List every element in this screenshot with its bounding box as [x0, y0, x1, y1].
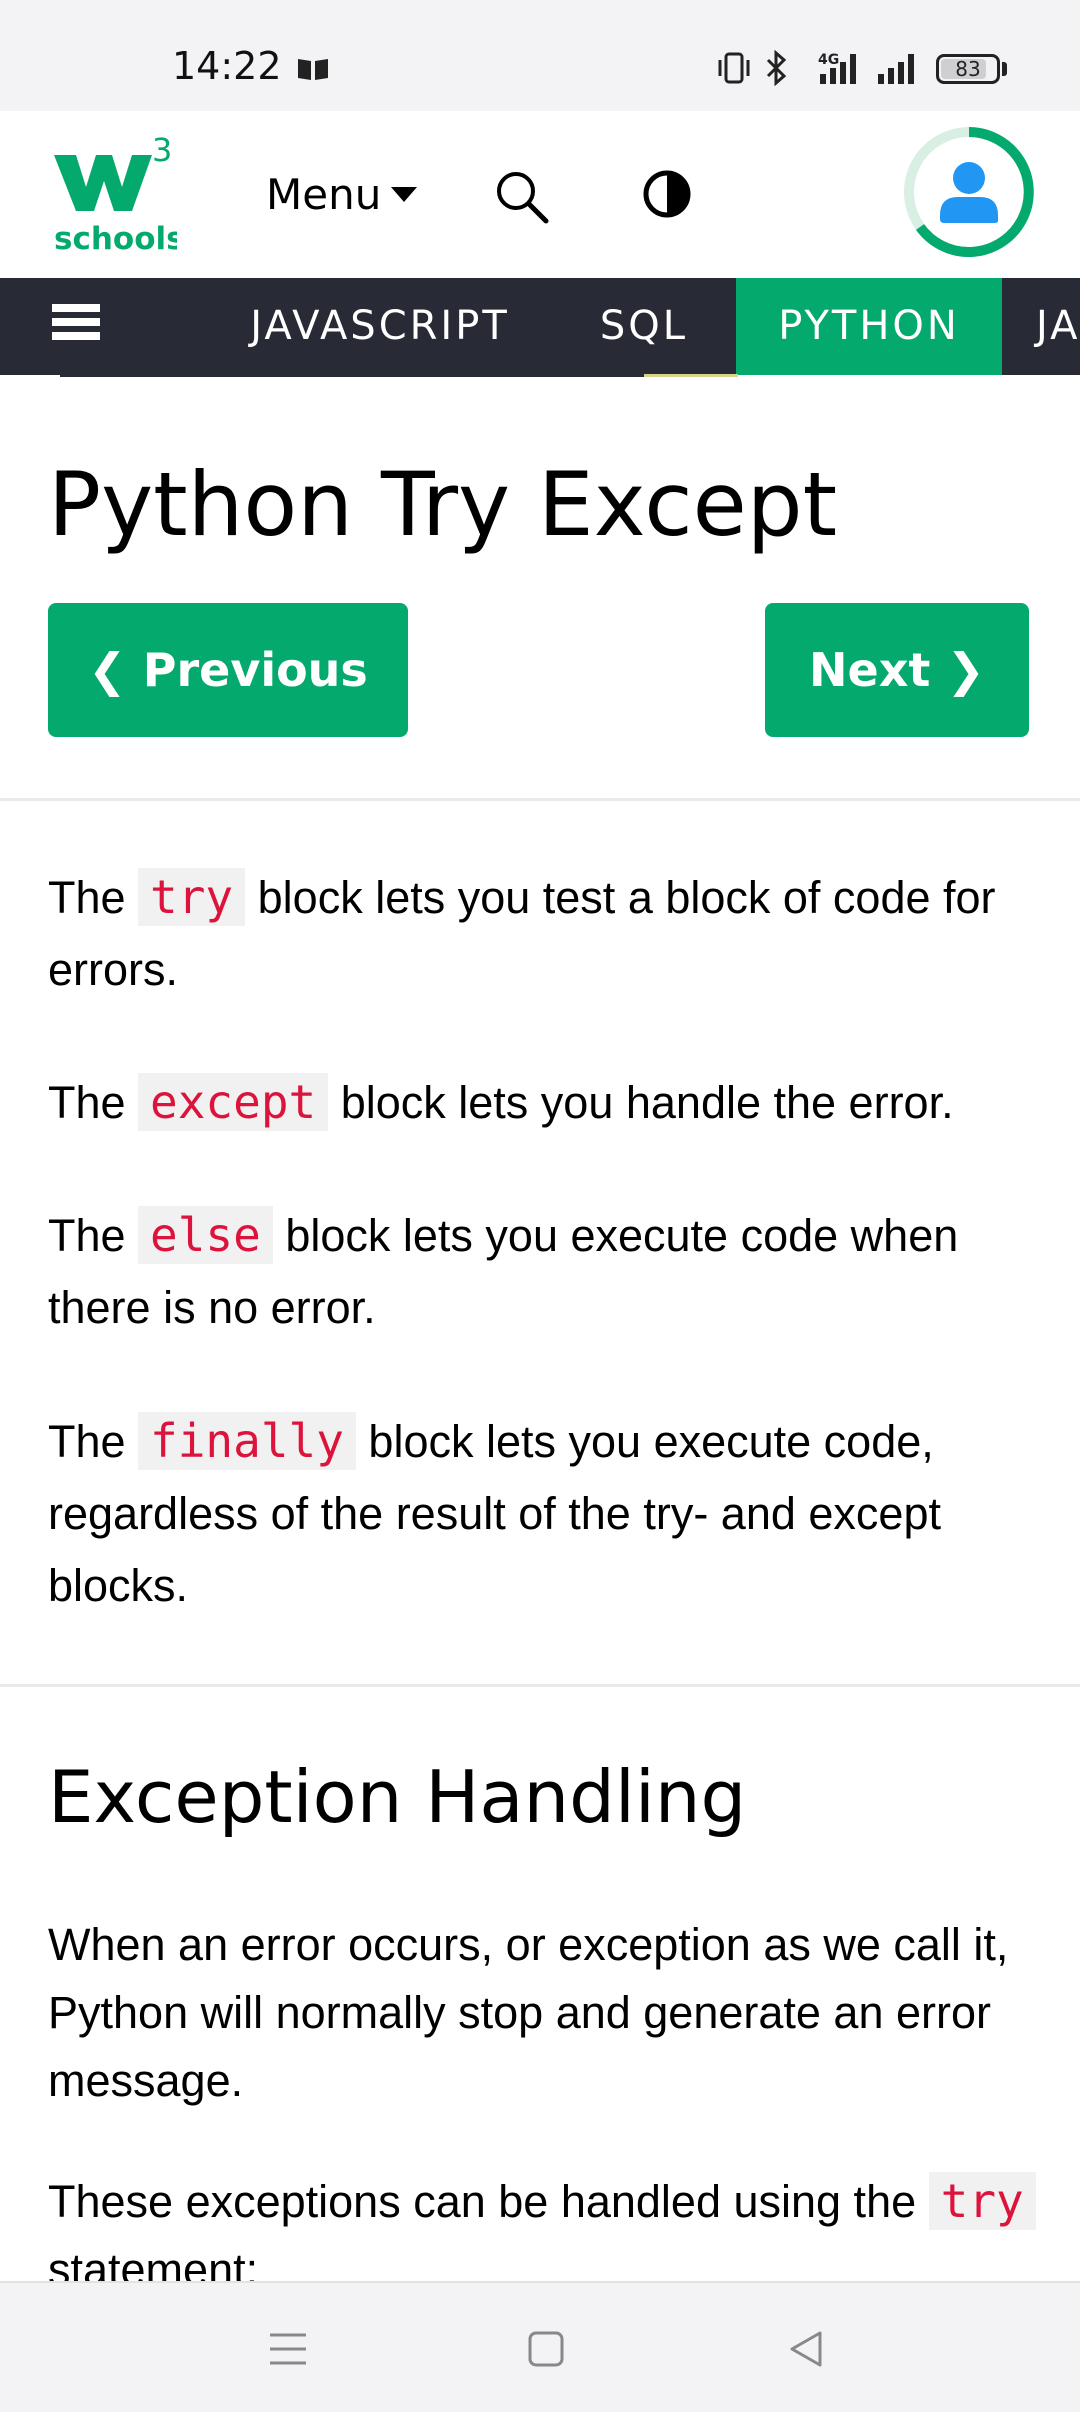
topics-navbar: JAVASCRIPT SQL PYTHON JA	[0, 278, 1080, 375]
paragraph-try-statement: These exceptions can be handled using th…	[48, 2167, 1048, 2281]
hamburger-menu-icon[interactable]	[52, 304, 100, 348]
menu-label: Menu	[266, 169, 382, 219]
paragraph-else: The else block lets you execute code whe…	[48, 1206, 959, 1333]
signal-icon: 4G	[818, 52, 856, 84]
logo-superscript: 3	[152, 135, 172, 169]
battery-level-text: 83	[955, 57, 981, 81]
logo-text: schools	[54, 221, 177, 255]
book-icon	[298, 59, 328, 80]
vibrate-icon	[718, 52, 750, 84]
menu-button[interactable]: Menu	[266, 167, 418, 221]
section-title: Exception Handling	[48, 1755, 747, 1839]
battery-icon: 83	[936, 54, 1000, 84]
next-button[interactable]: Next ❯	[765, 603, 1029, 737]
w3schools-logo[interactable]: 3 schools	[52, 135, 177, 255]
contrast-icon[interactable]	[642, 169, 692, 219]
network-label: 4G	[818, 52, 839, 68]
nav-item-javascript[interactable]: JAVASCRIPT	[232, 278, 528, 375]
paragraph-except: The except block lets you handle the err…	[48, 1073, 954, 1131]
nav-item-sql[interactable]: SQL	[574, 278, 714, 375]
code-finally: finally	[138, 1412, 356, 1470]
previous-button[interactable]: ❮ Previous	[48, 603, 408, 737]
status-bar: 14:22 4G 83	[0, 0, 1080, 111]
page-title: Python Try Except	[48, 453, 838, 556]
nav-item-java[interactable]: JA	[1036, 278, 1080, 375]
paragraph-exception-handling: When an error occurs, or exception as we…	[48, 1919, 1009, 2106]
divider	[0, 1684, 1080, 1687]
bluetooth-icon	[766, 50, 787, 86]
divider	[0, 798, 1080, 801]
search-icon[interactable]	[494, 169, 550, 225]
back-triangle-icon[interactable]	[782, 2325, 830, 2373]
signal-icon-2	[878, 54, 914, 84]
code-else: else	[138, 1206, 273, 1264]
home-square-icon[interactable]	[522, 2325, 570, 2373]
paragraph-try: The try block lets you test a block of c…	[48, 868, 996, 995]
status-time: 14:22	[172, 44, 282, 88]
paragraph-finally: The finally block lets you execute code,…	[48, 1412, 941, 1611]
system-navigation-bar	[0, 2281, 1080, 2412]
code-except: except	[138, 1073, 329, 1131]
menu-lines-icon[interactable]	[264, 2325, 312, 2373]
main-content: Python Try Except ❮ Previous Next ❯ The …	[0, 377, 1080, 2281]
code-try: try	[138, 868, 246, 926]
avatar-icon[interactable]	[902, 125, 1036, 259]
caret-down-icon	[391, 186, 418, 202]
battery-tip	[1002, 62, 1007, 76]
code-try-statement: try	[928, 2172, 1036, 2230]
nav-item-python[interactable]: PYTHON	[736, 278, 1002, 375]
site-header: 3 schools Menu	[0, 111, 1080, 278]
